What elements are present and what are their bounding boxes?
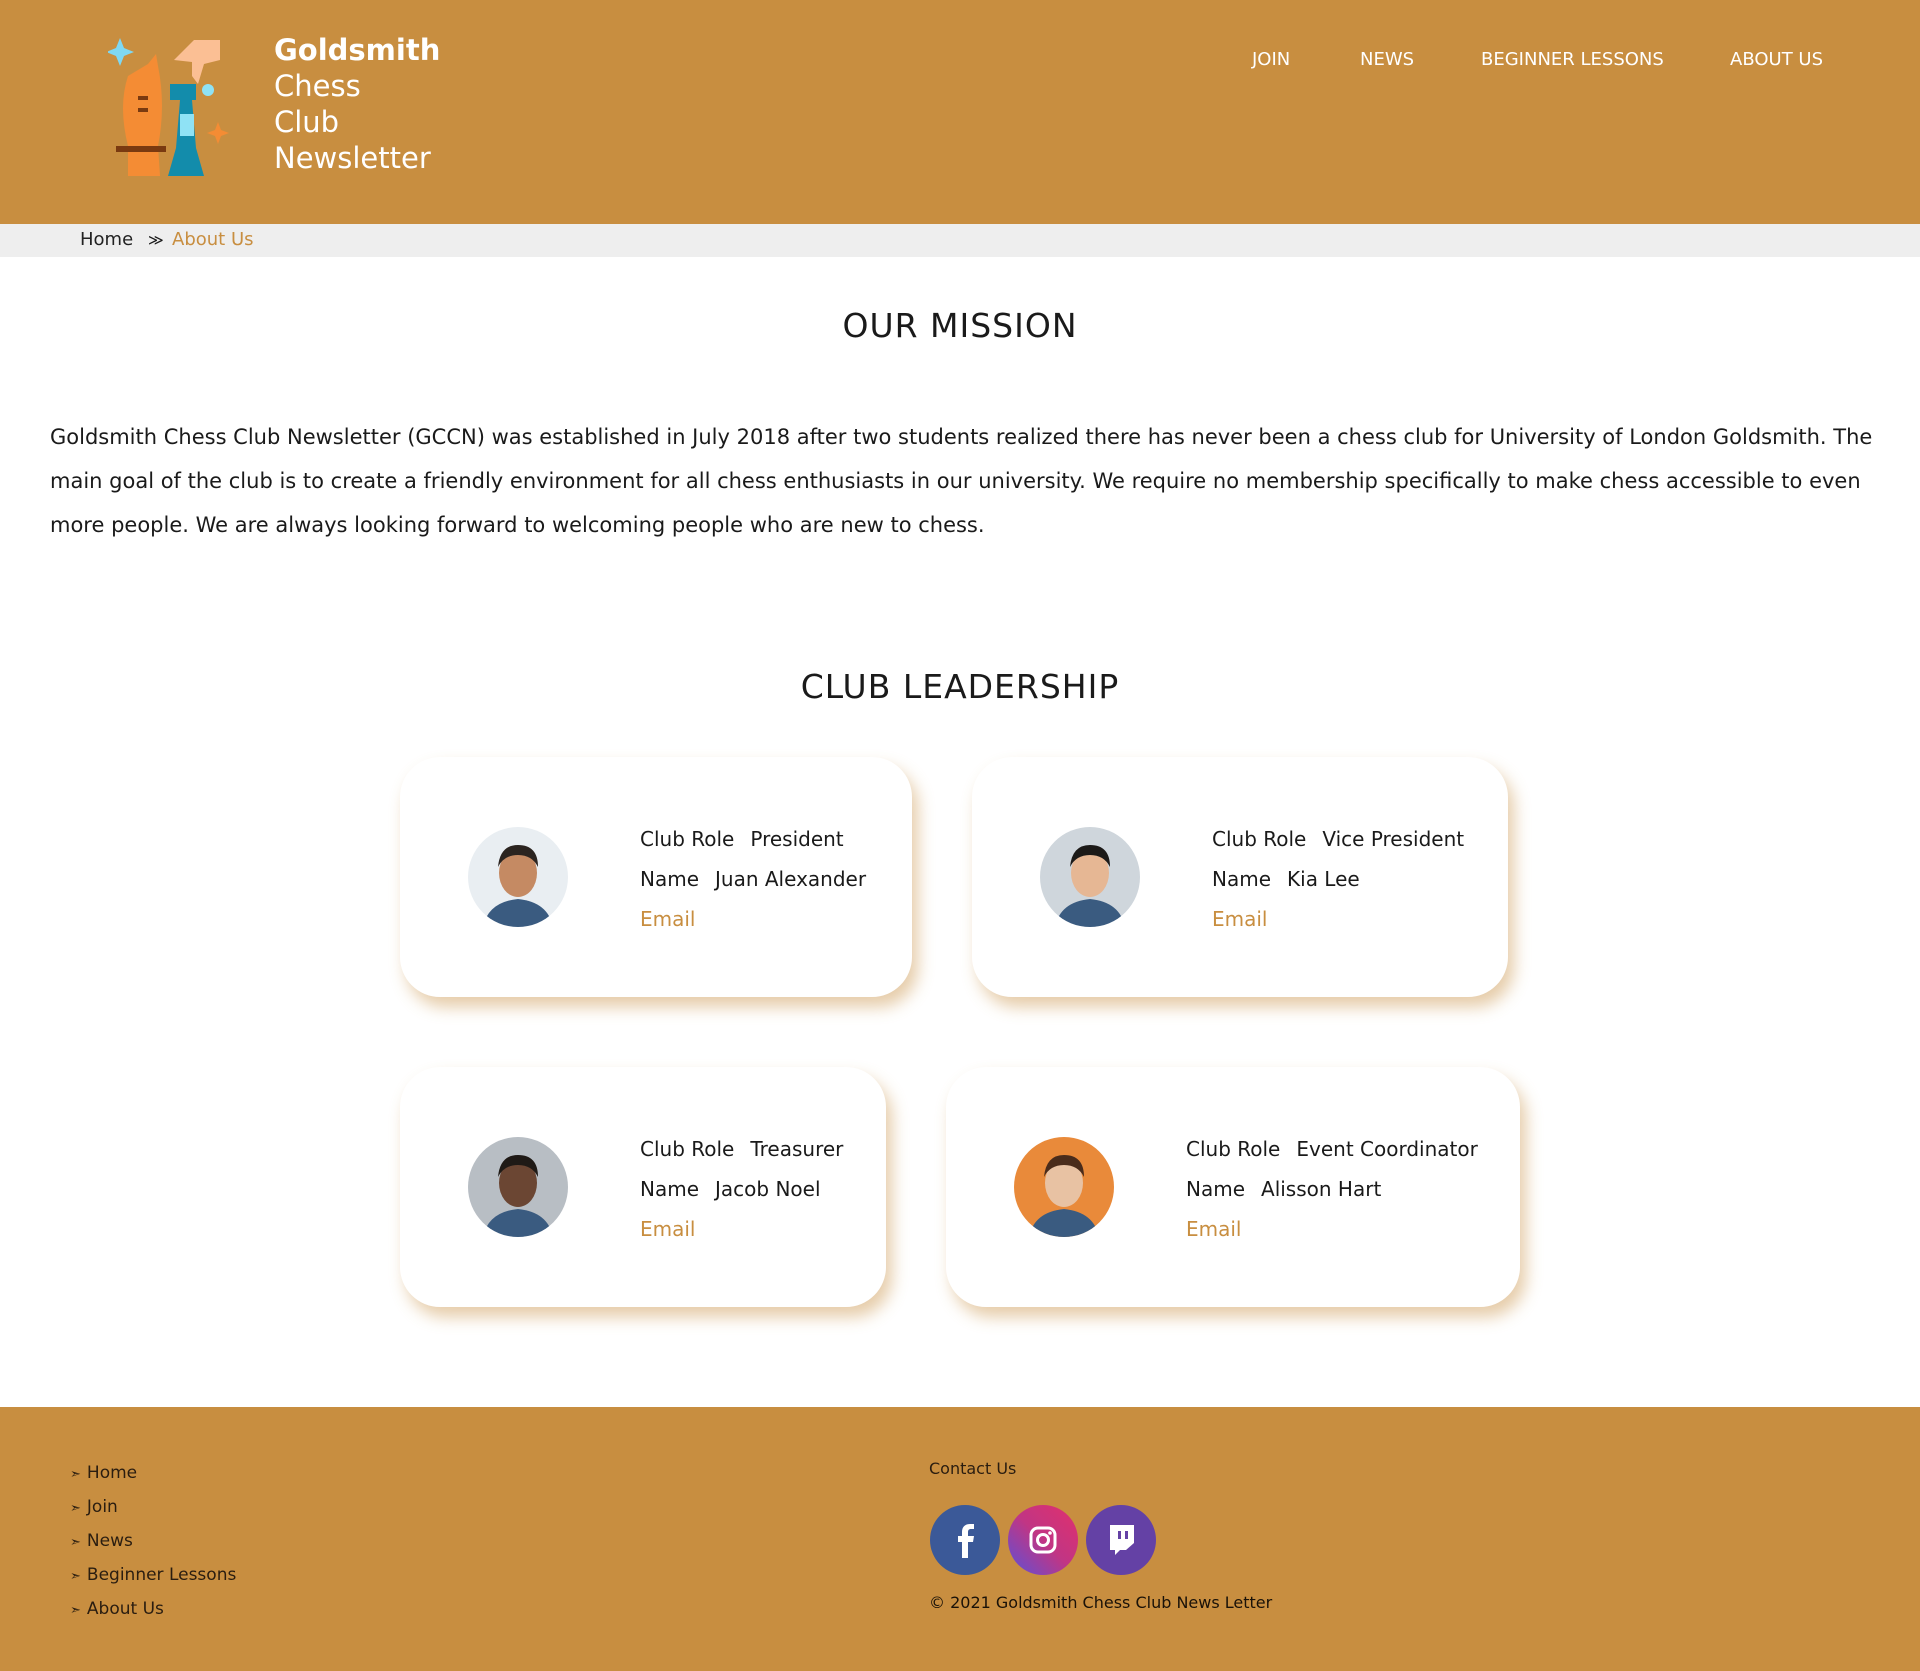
logo-line: Chess xyxy=(274,69,361,103)
logo-text[interactable]: Goldsmith Chess Club Newsletter xyxy=(274,32,440,176)
avatar xyxy=(468,1137,568,1237)
facebook-icon[interactable] xyxy=(930,1505,1000,1575)
arrow-icon: ➣ xyxy=(70,1569,81,1584)
footer-link[interactable]: ➣ Beginner Lessons xyxy=(70,1565,236,1585)
nav-beginner-lessons[interactable]: BEGINNER LESSONS xyxy=(1481,49,1664,70)
email-link[interactable]: Email xyxy=(640,1217,696,1241)
footer-link[interactable]: ➣ News xyxy=(70,1531,133,1551)
logo-line: Club xyxy=(274,105,340,139)
club-role-label: Club Role xyxy=(1186,1137,1281,1161)
mission-title: OUR MISSION xyxy=(842,306,1078,345)
nav-join[interactable]: JOIN xyxy=(1252,49,1290,70)
footer-link[interactable]: ➣ Join xyxy=(70,1497,118,1517)
footer-link[interactable]: ➣ About Us xyxy=(70,1599,164,1619)
avatar xyxy=(1040,827,1140,927)
club-role-value: Treasurer xyxy=(750,1137,844,1161)
nav-about-us[interactable]: ABOUT US xyxy=(1730,49,1823,70)
footer-link[interactable]: ➣ Home xyxy=(70,1463,137,1483)
name-label: Name xyxy=(1186,1177,1246,1201)
avatar xyxy=(468,827,568,927)
email-link[interactable]: Email xyxy=(640,907,696,931)
avatar xyxy=(1014,1137,1114,1237)
leader-card: Club Role President Name Juan Alexander Em… xyxy=(400,757,912,997)
leadership-title: CLUB LEADERSHIP xyxy=(800,667,1120,706)
breadcrumb-home[interactable]: Home xyxy=(80,229,133,250)
leader-card: Club Role Event Coordinator Name Alisson H… xyxy=(946,1067,1520,1307)
leader-card: Club Role Treasurer Name Jacob Noel Email xyxy=(400,1067,886,1307)
leader-card: Club Role Vice President Name Kia Lee Emai… xyxy=(972,757,1508,997)
club-role-value: Event Coordinator xyxy=(1296,1137,1478,1161)
breadcrumb-separator: ≫ xyxy=(148,231,164,249)
club-role-label: Club Role xyxy=(640,1137,735,1161)
breadcrumb: Home ≫ About Us xyxy=(0,224,1920,257)
name-label: Name xyxy=(640,1177,700,1201)
footer-link-label: Home xyxy=(86,1463,138,1483)
mission-text: Goldsmith Chess Club Newsletter (GCCN) w… xyxy=(50,425,1873,537)
instagram-icon[interactable] xyxy=(1008,1505,1078,1575)
logo-line: Goldsmith xyxy=(274,33,441,67)
club-role-label: Club Role xyxy=(640,827,735,851)
name-value: Alisson Hart xyxy=(1261,1177,1382,1201)
club-role-value: Vice President xyxy=(1322,827,1465,851)
site-footer: ➣ Home ➣ Join ➣ News ➣ Beginner Lessons ➣ About U… xyxy=(0,1407,1920,1671)
name-value: Juan Alexander xyxy=(715,867,867,891)
arrow-icon: ➣ xyxy=(70,1603,81,1618)
contact-us-label: Contact Us xyxy=(929,1459,1017,1478)
logo-line: Newsletter xyxy=(274,141,431,175)
footer-link-label: Beginner Lessons xyxy=(86,1565,237,1585)
email-link[interactable]: Email xyxy=(1212,907,1268,931)
copyright: © 2021 Goldsmith Chess Club News Letter xyxy=(929,1593,1273,1612)
name-label: Name xyxy=(640,867,700,891)
arrow-icon: ➣ xyxy=(70,1467,81,1482)
footer-link-label: Join xyxy=(86,1497,118,1517)
club-role-label: Club Role xyxy=(1212,827,1307,851)
arrow-icon: ➣ xyxy=(70,1535,81,1550)
breadcrumb-current: About Us xyxy=(172,229,254,250)
arrow-icon: ➣ xyxy=(70,1501,81,1516)
name-label: Name xyxy=(1212,867,1272,891)
chess-logo-icon[interactable] xyxy=(108,36,258,178)
footer-link-label: About Us xyxy=(86,1599,164,1619)
club-role-value: President xyxy=(750,827,844,851)
email-link[interactable]: Email xyxy=(1186,1217,1242,1241)
name-value: Jacob Noel xyxy=(715,1177,821,1201)
name-value: Kia Lee xyxy=(1287,867,1360,891)
footer-link-label: News xyxy=(86,1531,133,1551)
twitch-icon[interactable] xyxy=(1086,1505,1156,1575)
nav-news[interactable]: NEWS xyxy=(1360,49,1414,70)
site-header: Goldsmith Chess Club Newsletter JOIN NEW… xyxy=(0,0,1920,224)
